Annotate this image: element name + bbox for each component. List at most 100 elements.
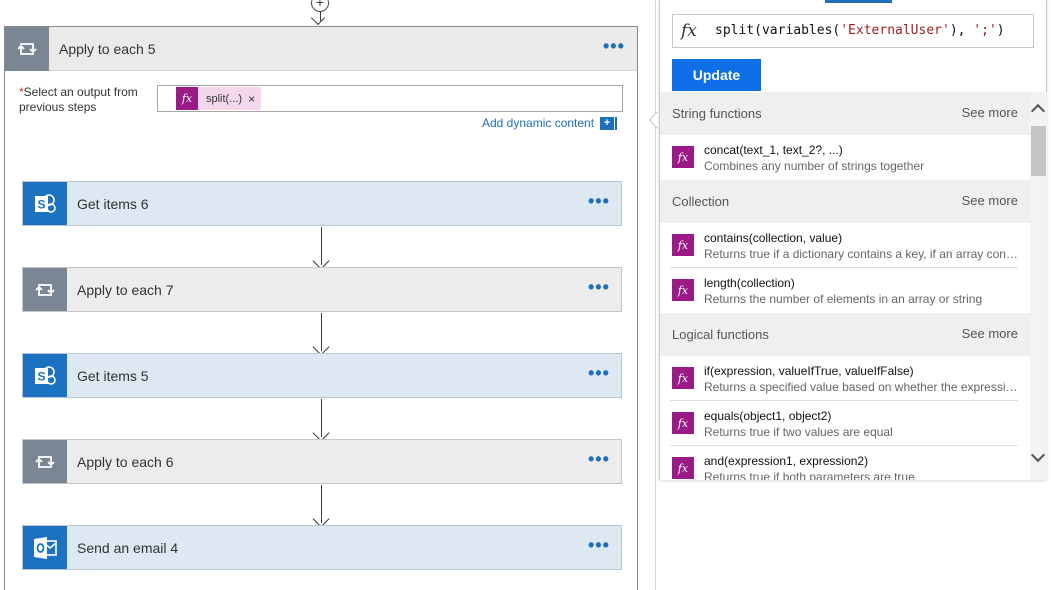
expression-text[interactable]: split(variables('ExternalUser'), ';') — [715, 23, 1005, 38]
more-options-icon[interactable]: ••• — [588, 192, 610, 210]
fx-icon: fx — [672, 234, 694, 256]
svg-text:S: S — [37, 369, 45, 383]
function-item-equals[interactable]: fx equals(object1, object2) Returns true… — [660, 401, 1030, 446]
expression-panel: fx split(variables('ExternalUser'), ';')… — [659, 0, 1047, 480]
fx-icon: fx — [672, 146, 694, 168]
connector-arrow — [312, 485, 329, 528]
more-options-icon[interactable]: ••• — [603, 37, 625, 55]
connector-arrow — [312, 227, 329, 270]
step-title: Apply to each 6 — [77, 454, 174, 470]
get-items-5-step[interactable]: S Get items 5 ••• — [22, 353, 622, 398]
outlook-icon — [23, 526, 67, 569]
scroll-thumb[interactable] — [1031, 126, 1046, 176]
function-item-length[interactable]: fx length(collection) Returns the number… — [660, 268, 1030, 313]
more-options-icon[interactable]: ••• — [588, 364, 610, 382]
expression-mid: ), — [949, 23, 974, 38]
fx-icon: fx — [672, 367, 694, 389]
connector-arrow-icon — [310, 10, 326, 26]
function-item-and[interactable]: fx and(expression1, expression2) Returns… — [660, 446, 1030, 480]
add-dynamic-content-link[interactable]: Add dynamic content + — [482, 116, 618, 130]
apply-to-each-5-card: Apply to each 5 ••• *Select an output fr… — [4, 26, 638, 590]
category-logical-functions: Logical functions See more — [660, 313, 1030, 356]
sharepoint-icon: S — [23, 182, 67, 225]
function-desc: Returns true if both parameters are true — [704, 470, 915, 480]
category-name: String functions — [672, 106, 762, 121]
loop-icon — [5, 27, 49, 71]
select-output-input[interactable]: fx split(...) × — [157, 85, 623, 112]
get-items-6-step[interactable]: S Get items 6 ••• — [22, 181, 622, 226]
connector-arrow — [312, 399, 329, 442]
see-more-link[interactable]: See more — [962, 193, 1018, 208]
connector-arrow — [312, 313, 329, 356]
chevron-down-icon[interactable] — [1030, 447, 1046, 463]
sharepoint-icon-svg: S — [35, 365, 56, 385]
select-output-label: *Select an output from previous steps — [19, 85, 149, 115]
plus-icon: + — [600, 116, 615, 130]
loop-icon — [23, 440, 67, 483]
function-item-if[interactable]: fx if(expression, valueIfTrue, valueIfFa… — [660, 356, 1030, 401]
expression-arg1: 'ExternalUser' — [840, 23, 950, 38]
apply-to-each-5-title: Apply to each 5 — [59, 41, 156, 57]
sharepoint-icon-svg: S — [35, 193, 56, 213]
category-name: Logical functions — [672, 327, 769, 342]
fx-icon: fx — [681, 21, 697, 41]
panel-divider — [655, 0, 656, 590]
function-item-contains[interactable]: fx contains(collection, value) Returns t… — [660, 223, 1030, 268]
more-options-icon[interactable]: ••• — [588, 536, 610, 554]
category-collection: Collection See more — [660, 180, 1030, 223]
fx-icon: fx — [176, 87, 198, 110]
see-more-link[interactable]: See more — [962, 326, 1018, 341]
more-options-icon[interactable]: ••• — [588, 450, 610, 468]
function-list-scrollbar[interactable] — [1030, 92, 1047, 480]
flow-designer: + Apply to each 5 ••• *Select an output … — [0, 0, 1053, 590]
step-title: Get items 6 — [77, 196, 149, 212]
function-name: and(expression1, expression2) — [704, 454, 869, 468]
sharepoint-icon: S — [23, 354, 67, 397]
function-desc: Returns true if two values are equal — [704, 425, 893, 439]
expression-suffix: ) — [996, 23, 1005, 38]
apply-to-each-5-header[interactable]: Apply to each 5 ••• — [5, 27, 637, 71]
select-output-label-text: Select an output from previous steps — [19, 85, 138, 114]
function-list: String functions See more fx concat(text… — [660, 92, 1030, 480]
function-desc: Returns true if a dictionary contains a … — [704, 247, 1018, 261]
step-title: Apply to each 7 — [77, 282, 174, 298]
step-title: Send an email 4 — [77, 540, 179, 556]
expression-prefix: split(variables( — [715, 23, 841, 38]
remove-token-icon[interactable]: × — [248, 92, 261, 106]
svg-text:S: S — [37, 197, 45, 211]
add-dynamic-content-label: Add dynamic content — [482, 116, 595, 130]
expression-input[interactable]: fx split(variables('ExternalUser'), ';') — [672, 14, 1034, 48]
apply-to-each-7-step[interactable]: Apply to each 7 ••• — [22, 267, 622, 312]
expression-tab-indicator — [825, 0, 892, 3]
expression-arg2: ';' — [973, 23, 997, 38]
function-desc: Returns a specified value based on wheth… — [704, 380, 1018, 394]
function-name: length(collection) — [704, 276, 795, 290]
step-title: Get items 5 — [77, 368, 149, 384]
category-string-functions: String functions See more — [660, 92, 1030, 135]
apply-to-each-6-step[interactable]: Apply to each 6 ••• — [22, 439, 622, 484]
fx-icon: fx — [672, 412, 694, 434]
fx-icon: fx — [672, 457, 694, 479]
loop-icon-svg — [35, 283, 55, 296]
loop-icon — [23, 268, 67, 311]
function-desc: Combines any number of strings together — [704, 159, 925, 173]
expression-token[interactable]: fx split(...) × — [176, 87, 262, 110]
outlook-icon-svg — [34, 536, 57, 559]
function-name: if(expression, valueIfTrue, valueIfFalse… — [704, 364, 914, 378]
category-name: Collection — [672, 194, 730, 209]
dynamic-panel-icon — [615, 116, 618, 130]
fx-icon: fx — [672, 279, 694, 301]
function-name: contains(collection, value) — [704, 231, 843, 245]
loop-icon-svg — [17, 43, 37, 55]
token-label: split(...) — [206, 92, 243, 105]
send-an-email-4-step[interactable]: Send an email 4 ••• — [22, 525, 622, 570]
update-button[interactable]: Update — [672, 59, 761, 91]
chevron-up-icon[interactable] — [1030, 103, 1046, 119]
see-more-link[interactable]: See more — [962, 105, 1018, 120]
function-desc: Returns the number of elements in an arr… — [704, 292, 983, 306]
loop-icon-svg — [35, 455, 55, 468]
more-options-icon[interactable]: ••• — [588, 278, 610, 296]
function-item-concat[interactable]: fx concat(text_1, text_2?, ...) Combines… — [660, 135, 1030, 180]
function-name: concat(text_1, text_2?, ...) — [704, 143, 843, 157]
function-name: equals(object1, object2) — [704, 409, 832, 423]
